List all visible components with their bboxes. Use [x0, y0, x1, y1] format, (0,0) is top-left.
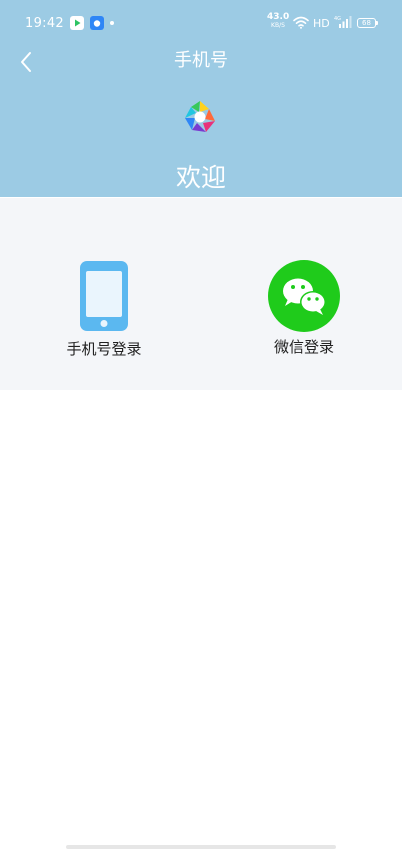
wechat-icon — [268, 260, 340, 332]
smartphone-icon — [80, 261, 128, 331]
login-options-panel: 手机号登录 微信登录 — [0, 198, 402, 390]
network-type-label: 4G — [334, 16, 341, 22]
wechat-login-label: 微信登录 — [273, 338, 334, 356]
signal-icon: 4G — [334, 15, 352, 33]
header: 19:42 43.0 KB/S HD 4G 68 手机号 欢迎 — [0, 0, 402, 197]
network-speed-unit: KB/S — [271, 22, 285, 29]
weather-app-icon — [90, 16, 104, 30]
video-app-icon — [70, 16, 84, 30]
wifi-icon — [293, 16, 309, 33]
page-title: 手机号 — [174, 50, 228, 71]
app-logo-icon — [182, 99, 218, 135]
phone-login-label: 手机号登录 — [66, 340, 142, 358]
welcome-heading: 欢迎 — [175, 163, 226, 192]
network-speed: 43.0 KB/S — [267, 13, 289, 30]
wechat-login-button[interactable]: 微信登录 — [250, 260, 358, 357]
battery-indicator: 68 — [357, 18, 378, 28]
notification-dot-icon — [110, 21, 114, 25]
home-indicator[interactable] — [66, 845, 336, 849]
phone-login-button[interactable]: 手机号登录 — [50, 260, 158, 359]
status-bar: 19:42 43.0 KB/S HD 4G 68 — [0, 0, 402, 44]
network-speed-value: 43.0 — [267, 12, 290, 22]
status-time: 19:42 — [25, 16, 64, 31]
hd-indicator: HD — [313, 17, 330, 30]
